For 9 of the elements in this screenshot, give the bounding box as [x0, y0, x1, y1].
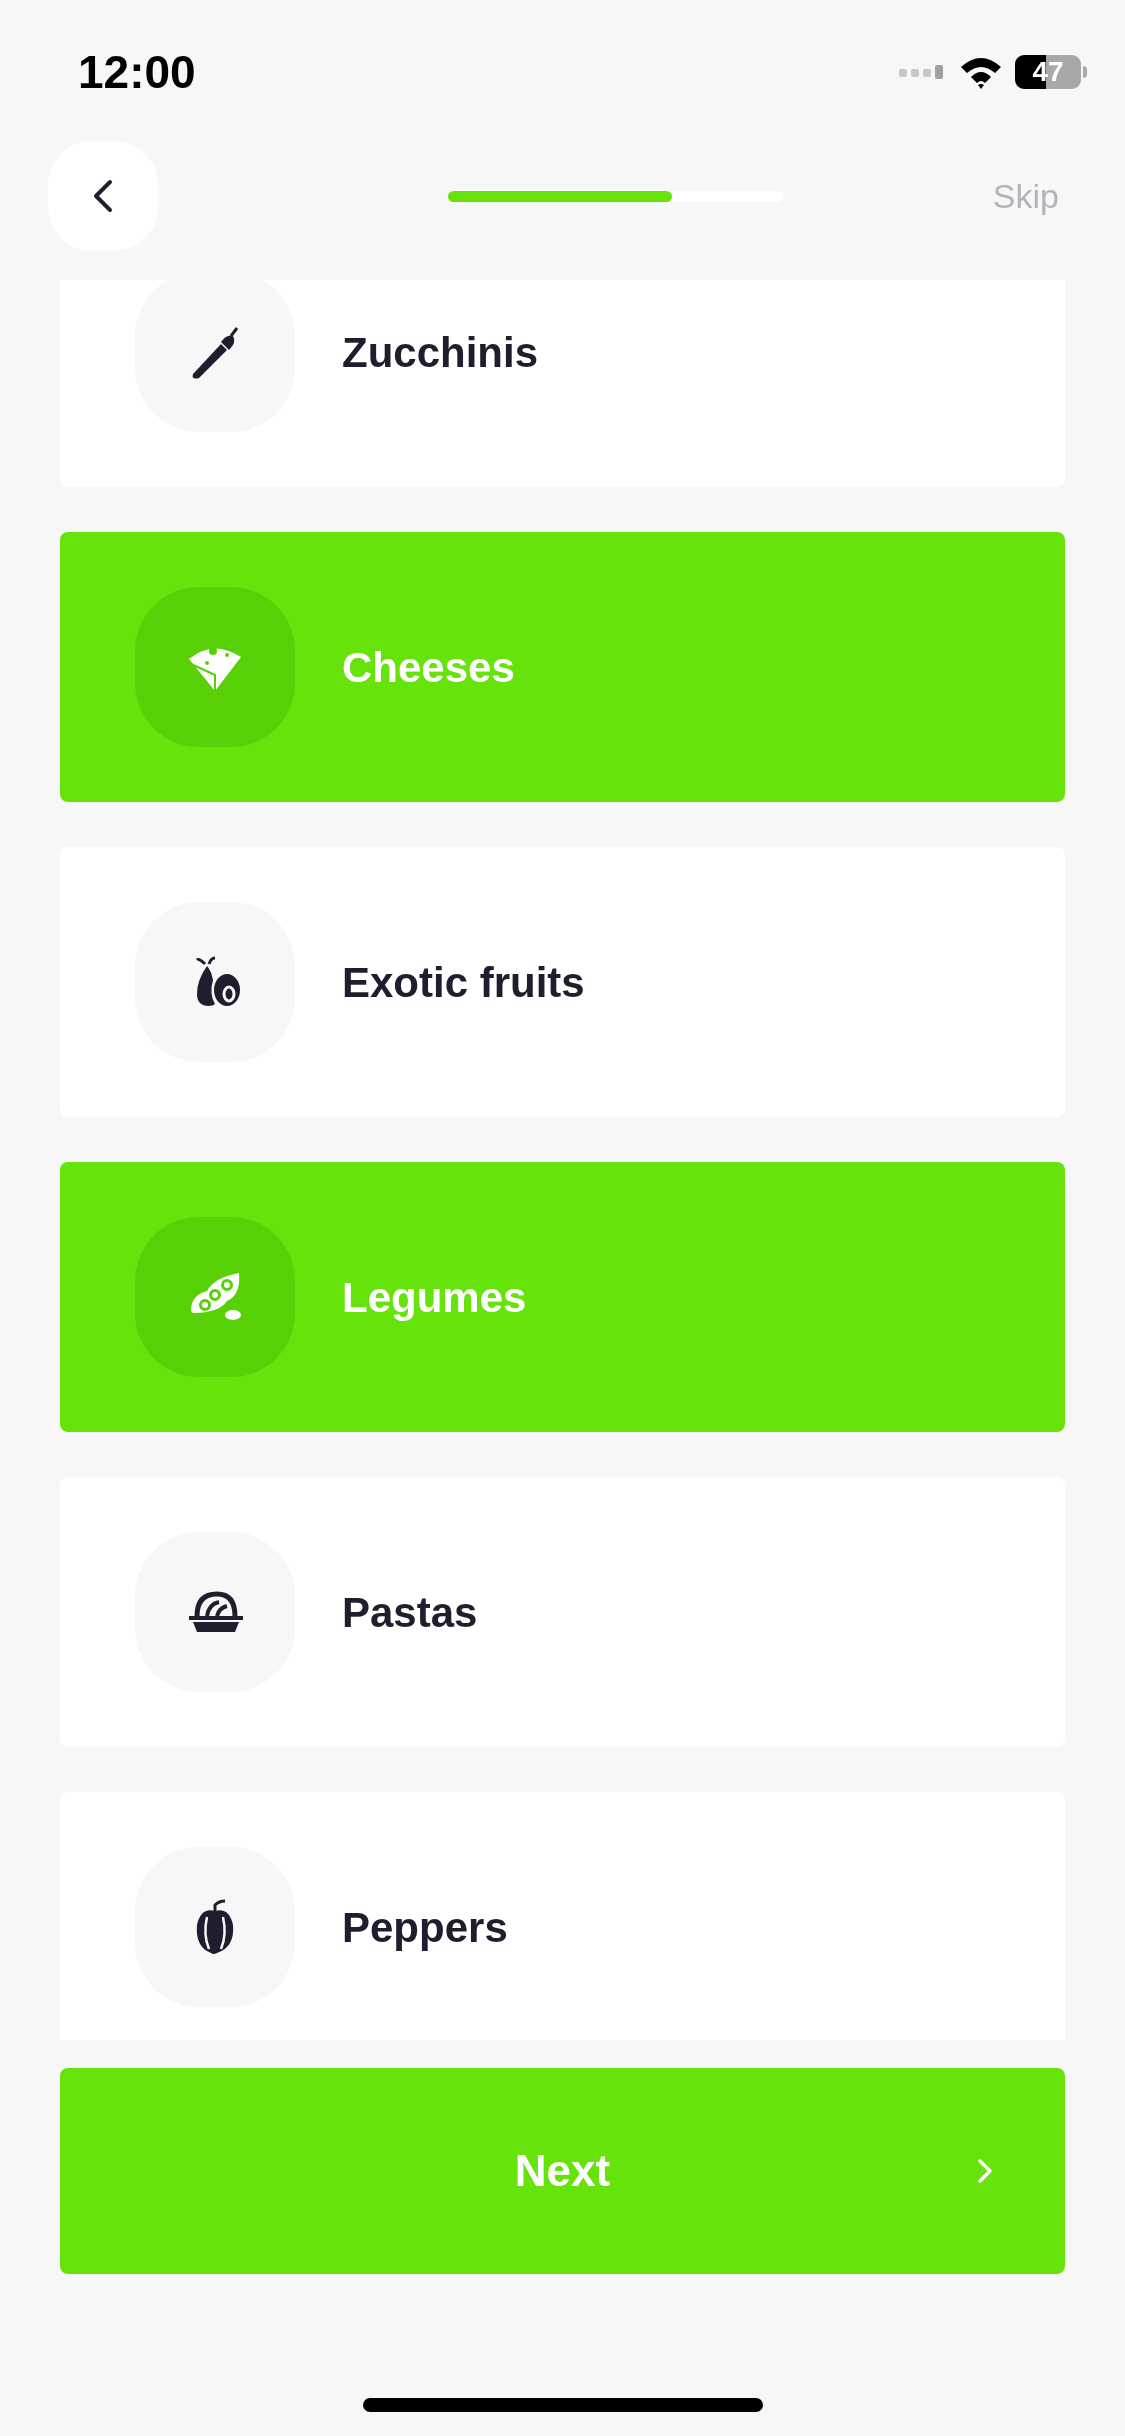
- status-time: 12:00: [78, 44, 196, 100]
- chevron-right-icon: [977, 2158, 993, 2184]
- category-option[interactable]: Pastas: [60, 1477, 1065, 1747]
- category-option[interactable]: Zucchinis: [60, 280, 1065, 487]
- back-button[interactable]: [48, 141, 158, 251]
- wifi-icon: [959, 55, 1003, 89]
- category-option[interactable]: Peppers: [60, 1792, 1065, 2040]
- category-option[interactable]: Exotic fruits: [60, 847, 1065, 1117]
- back-icon: [92, 178, 114, 214]
